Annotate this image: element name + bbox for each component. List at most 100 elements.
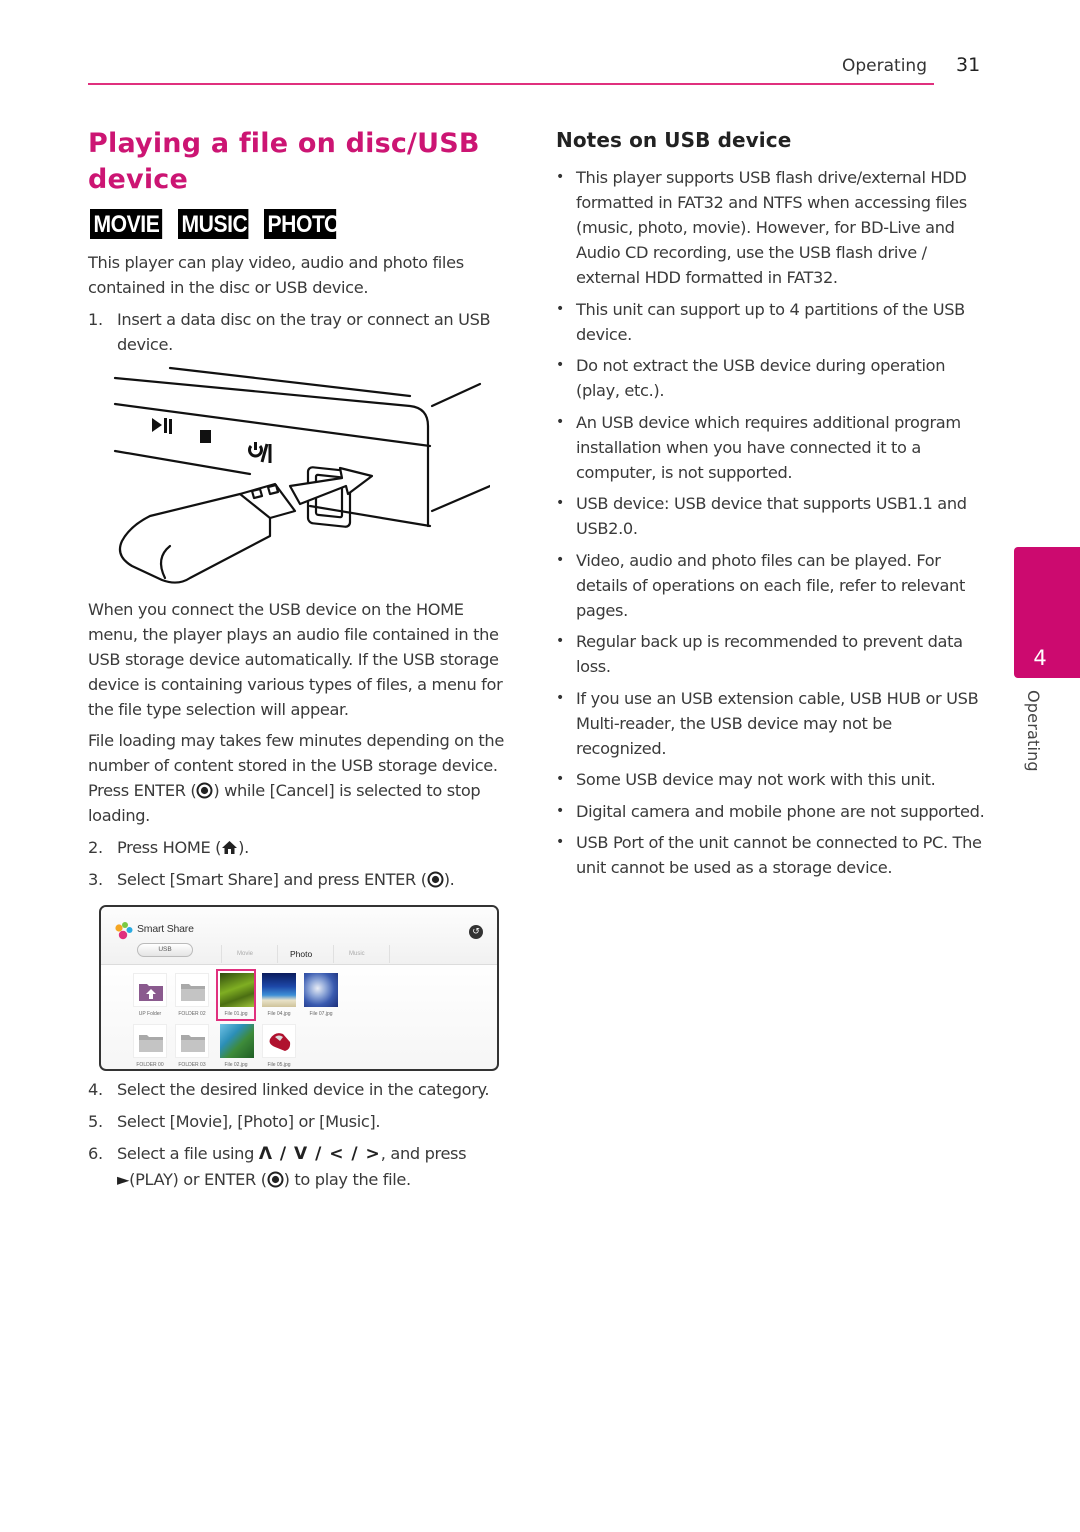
back-icon[interactable]: ↺	[469, 925, 483, 939]
step-text: Insert a data disc on the tray or connec…	[117, 310, 491, 354]
note-item: • USB Port of the unit cannot be connecte…	[556, 830, 986, 880]
item-label: File 05.jpg	[267, 1062, 291, 1068]
folder-icon	[181, 1035, 205, 1052]
smart-share-logo-icon	[115, 922, 133, 940]
step-5: 5. Select [Movie], [Photo] or [Music].	[88, 1109, 518, 1134]
enter-icon	[427, 871, 444, 888]
usb-notes-list: • This player supports USB flash drive/ex…	[556, 165, 986, 887]
step-text: Select [Movie], [Photo] or [Music].	[117, 1112, 381, 1131]
usb-insertion-illustration	[113, 366, 490, 584]
chapter-label: Operating	[1024, 690, 1043, 772]
step-text-end: ) to play the file.	[283, 1170, 411, 1189]
intro-paragraph: This player can play video, audio and ph…	[88, 253, 464, 297]
bullet-icon: •	[556, 551, 564, 568]
step-number: 6.	[88, 1144, 103, 1163]
item-label: FOLDER 03	[178, 1062, 206, 1068]
bullet-icon: •	[556, 300, 564, 317]
chapter-number: 4	[1033, 646, 1047, 670]
note-item: • This unit can support up to 4 partition…	[556, 297, 986, 347]
step-6: 6. Select a file using Λ / V / < / >, an…	[88, 1141, 518, 1192]
enter-icon	[196, 782, 213, 799]
badge-photo: PHOTO	[264, 209, 340, 239]
note-text: Some USB device may not work with this u…	[576, 770, 936, 789]
note-item: • This player supports USB flash drive/ex…	[556, 165, 986, 290]
grid-item-file-05[interactable]	[262, 1024, 296, 1058]
up-folder-icon	[139, 984, 163, 1001]
note-text: USB Port of the unit cannot be connected…	[576, 833, 982, 877]
bullet-icon: •	[556, 413, 564, 430]
smart-share-title: Smart Share	[137, 923, 194, 935]
grid-item-up-folder[interactable]	[133, 973, 167, 1007]
power-icon	[248, 442, 272, 463]
step-number: 4.	[88, 1080, 103, 1099]
step-text-mid: , and press	[380, 1144, 467, 1163]
play-icon: ►	[117, 1170, 130, 1189]
car-photo-icon	[269, 1033, 291, 1051]
folder-icon	[181, 984, 205, 1001]
play-pause-icon	[152, 418, 172, 434]
step-text: Press HOME (	[117, 838, 222, 857]
smart-share-screenshot: Smart Share USB Movie Photo Music ↺ UP F…	[99, 905, 499, 1071]
bullet-icon: •	[556, 802, 564, 819]
step-number: 3.	[88, 870, 103, 889]
bullet-icon: •	[556, 771, 564, 787]
note-item: • An USB device which requires additional…	[556, 410, 986, 485]
step-text: Select [Smart Share] and press ENTER (	[117, 870, 427, 889]
grid-item-file-01[interactable]	[220, 973, 254, 1007]
grid-item-file-04[interactable]	[262, 973, 296, 1007]
bullet-icon: •	[556, 169, 564, 185]
tab-photo[interactable]: Photo	[290, 949, 312, 959]
note-text: USB device: USB device that supports USB…	[576, 494, 967, 538]
header-section-label: Operating	[842, 56, 927, 76]
bullet-icon: •	[556, 689, 564, 706]
note-item: • If you use an USB extension cable, USB …	[556, 686, 986, 761]
note-text: Regular back up is recommended to preven…	[576, 632, 963, 676]
bullet-icon: •	[556, 357, 564, 373]
badge-music: MUSIC	[178, 209, 249, 239]
note-item: • Digital camera and mobile phone are not…	[556, 799, 986, 824]
note-text: This unit can support up to 4 partitions…	[576, 299, 965, 344]
note-item: • Some USB device may not work with this …	[556, 767, 986, 792]
note-item: • Regular back up is recommended to preve…	[556, 629, 986, 679]
note-item: • Video, audio and photo files can be pla…	[556, 548, 986, 623]
grid-item-folder-03[interactable]	[175, 1024, 209, 1058]
grid-item-file-02[interactable]	[220, 1024, 254, 1058]
bullet-icon: •	[556, 834, 564, 850]
badge-movie: MOVIE	[90, 209, 163, 239]
folder-icon	[139, 1035, 163, 1052]
note-text: Digital camera and mobile phone are not …	[576, 801, 985, 821]
note-text: Video, audio and photo files can be play…	[576, 550, 965, 620]
usb-device-button[interactable]: USB	[137, 943, 193, 957]
grid-item-file-07[interactable]	[304, 973, 338, 1007]
grid-item-folder-00[interactable]	[133, 1024, 167, 1058]
step-2: 2. Press HOME ().	[88, 835, 518, 860]
step-4: 4. Select the desired linked device in t…	[88, 1077, 518, 1102]
chapter-tab: 4	[1014, 547, 1080, 678]
step-text-line2: (PLAY) or ENTER (	[129, 1170, 267, 1189]
step-text-end: ).	[238, 838, 249, 857]
note-text: An USB device which requires additional …	[576, 412, 961, 482]
header-divider	[88, 83, 934, 85]
tab-movie[interactable]: Movie	[237, 951, 253, 957]
page-number: 31	[956, 54, 981, 76]
note-text: If you use an USB extension cable, USB H…	[576, 688, 979, 758]
step-text-end: ).	[443, 870, 455, 889]
bullet-icon: •	[556, 633, 564, 649]
section-title: Playing a file on disc/USB device	[88, 128, 480, 195]
usb-flash-drive	[118, 492, 272, 584]
step-text: Select the desired linked device in the …	[117, 1080, 490, 1099]
note-text: This player supports USB flash drive/ext…	[576, 168, 967, 287]
step-number: 1.	[88, 310, 103, 329]
stop-icon	[200, 430, 211, 443]
step-text: Select a file using	[117, 1144, 259, 1163]
arrow-keys-symbols: Λ / V / < / >	[258, 1144, 381, 1164]
home-icon	[222, 841, 238, 854]
note-item: • USB device: USB device that supports US…	[556, 491, 986, 541]
note-item: • Do not extract the USB device during op…	[556, 353, 986, 403]
enter-icon	[267, 1171, 284, 1188]
tab-music[interactable]: Music	[349, 951, 365, 957]
insert-arrow	[288, 466, 374, 506]
step-3: 3. Select [Smart Share] and press ENTER …	[88, 867, 518, 892]
notes-heading: Notes on USB device	[556, 128, 792, 152]
grid-item-folder-02[interactable]	[175, 973, 209, 1007]
